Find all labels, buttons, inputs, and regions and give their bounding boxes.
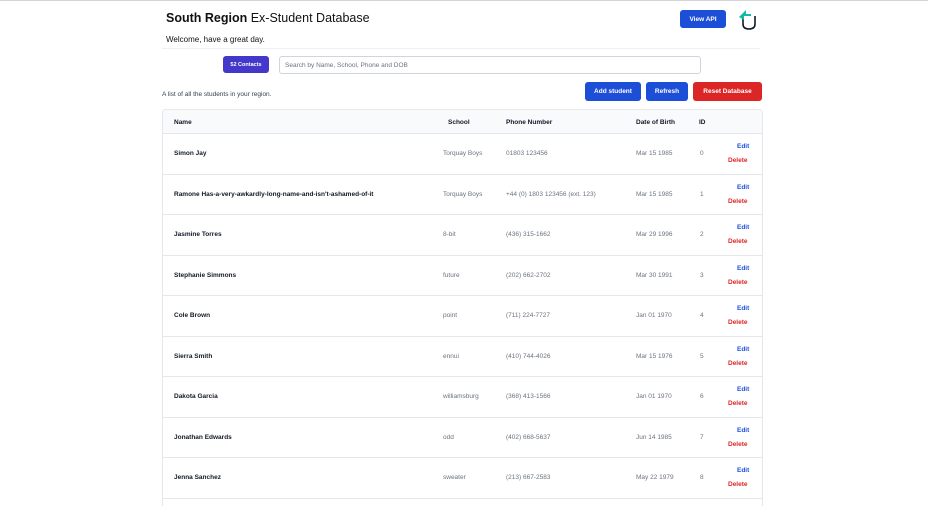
student-school: future — [443, 271, 460, 279]
student-school: Torquay Boys — [443, 190, 483, 198]
delete-link[interactable]: Delete — [728, 198, 748, 205]
page-title: South Region Ex-Student Database — [166, 11, 370, 25]
student-dob: Jan 01 1970 — [636, 393, 672, 400]
student-dob: Mar 30 1991 — [636, 271, 673, 279]
student-school: Torquay Boys — [443, 150, 483, 157]
student-dob: Mar 29 1996 — [636, 231, 673, 238]
table-row: Dakota Garcia williamsburg (368) 413-156… — [163, 377, 762, 418]
student-id: 6 — [700, 393, 704, 400]
table-row: Stephanie Simmons future (202) 662-2702 … — [163, 256, 762, 296]
student-school: 8-bit — [443, 231, 456, 238]
student-phone: (368) 413-1566 — [506, 393, 551, 400]
student-dob: Mar 15 1976 — [636, 352, 673, 360]
student-name: Dakota Garcia — [174, 393, 218, 400]
student-school: point — [443, 312, 458, 319]
student-name: Sierra Smith — [174, 352, 213, 360]
student-id: 7 — [700, 433, 704, 441]
table-header: Name School Phone Number Date of Birth I… — [163, 110, 762, 134]
table-row: Cole Brown point (711) 224-7727 Jan 01 1… — [163, 296, 762, 337]
refresh-button[interactable]: Refresh — [646, 82, 688, 101]
student-school: ennui — [443, 352, 459, 360]
student-name: Cole Brown — [174, 312, 211, 319]
edit-link[interactable]: Edit — [737, 265, 749, 272]
student-phone: 01803 123456 — [506, 150, 548, 157]
student-phone: (410) 744-4026 — [506, 352, 551, 360]
student-id: 1 — [700, 190, 704, 198]
delete-link[interactable]: Delete — [728, 400, 748, 407]
edit-link[interactable]: Edit — [737, 467, 749, 474]
student-name: Simon Jay — [174, 150, 207, 157]
student-id: 4 — [700, 312, 704, 319]
student-id: 0 — [700, 150, 704, 157]
student-school: williamsburg — [443, 393, 479, 400]
student-id: 8 — [700, 474, 704, 481]
table-row: Jenna Sanchez sweater (213) 667-2583 May… — [163, 458, 762, 499]
student-dob: May 22 1979 — [636, 474, 674, 481]
table-row: Sierra Smith ennui (410) 744-4026 Mar 15… — [163, 337, 762, 377]
delete-link[interactable]: Delete — [728, 238, 748, 245]
student-dob: Mar 15 1985 — [636, 190, 673, 198]
contacts-count-badge: 52 Contacts — [223, 56, 269, 73]
add-student-button[interactable]: Add student — [585, 82, 641, 101]
student-school: odd — [443, 433, 454, 441]
edit-link[interactable]: Edit — [737, 305, 749, 312]
column-header-name[interactable]: Name — [174, 119, 192, 126]
column-header-id[interactable]: ID — [699, 119, 706, 126]
student-dob: Mar 15 1985 — [636, 150, 673, 157]
view-api-button[interactable]: View API — [680, 10, 726, 28]
table-row: Simon Jay Torquay Boys 01803 123456 Mar … — [163, 134, 762, 175]
table-row: Jasmine Torres 8-bit (436) 315-1662 Mar … — [163, 215, 762, 256]
student-name: Stephanie Simmons — [174, 271, 237, 279]
delete-link[interactable]: Delete — [728, 481, 748, 488]
edit-link[interactable]: Edit — [737, 386, 749, 393]
edit-link[interactable]: Edit — [737, 346, 749, 353]
column-header-dob[interactable]: Date of Birth — [636, 119, 675, 126]
delete-link[interactable]: Delete — [728, 157, 748, 164]
reset-database-button[interactable]: Reset Database — [693, 82, 762, 101]
header-divider — [162, 48, 760, 49]
search-input[interactable] — [279, 56, 701, 74]
edit-link[interactable]: Edit — [737, 427, 749, 434]
student-id: 3 — [700, 271, 704, 279]
table-caption: A list of all the students in your regio… — [162, 91, 272, 98]
student-dob: Jan 01 1970 — [636, 312, 672, 319]
column-header-school[interactable]: School — [448, 119, 470, 126]
table-row: Jonathan Edwards odd (402) 668-5637 Jun … — [163, 418, 762, 458]
student-name: Jenna Sanchez — [174, 474, 221, 481]
student-phone: (213) 667-2583 — [506, 474, 551, 481]
delete-link[interactable]: Delete — [728, 319, 748, 326]
top-border — [0, 0, 928, 1]
student-phone: (436) 315-1662 — [506, 231, 551, 238]
edit-link[interactable]: Edit — [737, 184, 749, 191]
student-school: sweater — [443, 474, 466, 481]
students-table: Name School Phone Number Date of Birth I… — [162, 109, 763, 506]
edit-link[interactable]: Edit — [737, 224, 749, 231]
delete-link[interactable]: Delete — [728, 279, 748, 286]
student-id: 2 — [700, 231, 704, 238]
column-header-phone[interactable]: Phone Number — [506, 119, 552, 126]
delete-link[interactable]: Delete — [728, 441, 748, 448]
student-phone: (711) 224-7727 — [506, 312, 550, 319]
student-phone: (402) 668-5637 — [506, 433, 551, 441]
student-phone: (202) 662-2702 — [506, 271, 551, 279]
welcome-message: Welcome, have a great day. — [166, 35, 265, 44]
student-name: Jonathan Edwards — [174, 433, 232, 441]
edit-link[interactable]: Edit — [737, 143, 749, 150]
page-title-rest: Ex-Student Database — [247, 11, 370, 25]
table-row: Ramone Has-a-very-awkardly-long-name-and… — [163, 175, 762, 215]
shield-upload-icon — [736, 7, 758, 31]
student-dob: Jun 14 1985 — [636, 433, 672, 441]
student-name: Jasmine Torres — [174, 231, 222, 238]
page-title-region: South Region — [166, 11, 248, 25]
student-id: 5 — [700, 352, 704, 360]
student-name: Ramone Has-a-very-awkardly-long-name-and… — [174, 190, 374, 198]
student-phone: +44 (0) 1803 123456 (ext. 123) — [506, 190, 596, 198]
delete-link[interactable]: Delete — [728, 360, 748, 367]
